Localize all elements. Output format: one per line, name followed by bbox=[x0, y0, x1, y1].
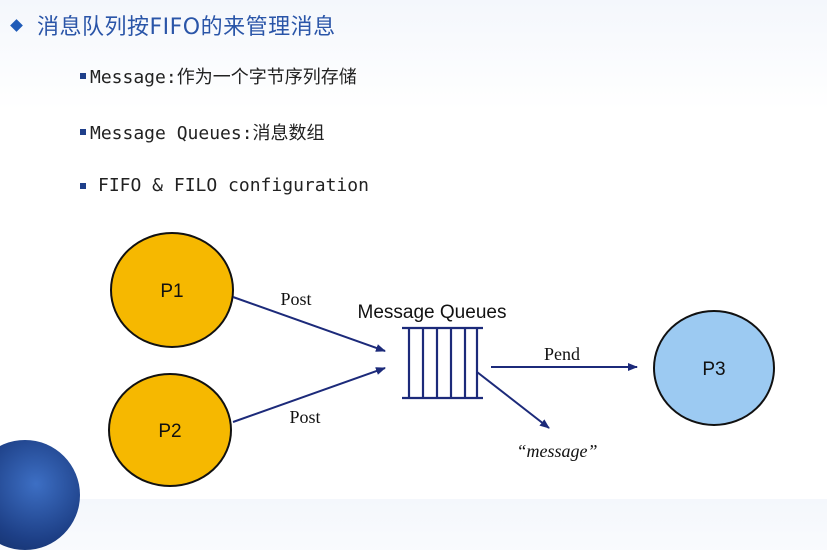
p2-post-label: Post bbox=[289, 407, 320, 427]
message-label: “message” bbox=[516, 441, 597, 461]
p1-post-label: Post bbox=[280, 289, 311, 309]
message-queue-diagram: P1 P2 P3 Message Queues Post Post Pend “… bbox=[108, 232, 775, 487]
producer-node-p2: P2 bbox=[108, 373, 232, 487]
producer-node-p1: P1 bbox=[110, 232, 234, 348]
arrow-queue-to-message bbox=[476, 371, 550, 429]
slide: 消息队列按FIFO的来管理消息 Message:作为一个字节序列存储 Messa… bbox=[0, 0, 827, 550]
message-queue bbox=[402, 326, 483, 400]
pend-label: Pend bbox=[544, 344, 580, 364]
consumer-node-p3: P3 bbox=[653, 310, 775, 426]
p1-label: P1 bbox=[160, 281, 183, 302]
p3-label: P3 bbox=[702, 359, 725, 380]
queue-label: Message Queues bbox=[358, 302, 507, 323]
p2-label: P2 bbox=[158, 421, 181, 442]
